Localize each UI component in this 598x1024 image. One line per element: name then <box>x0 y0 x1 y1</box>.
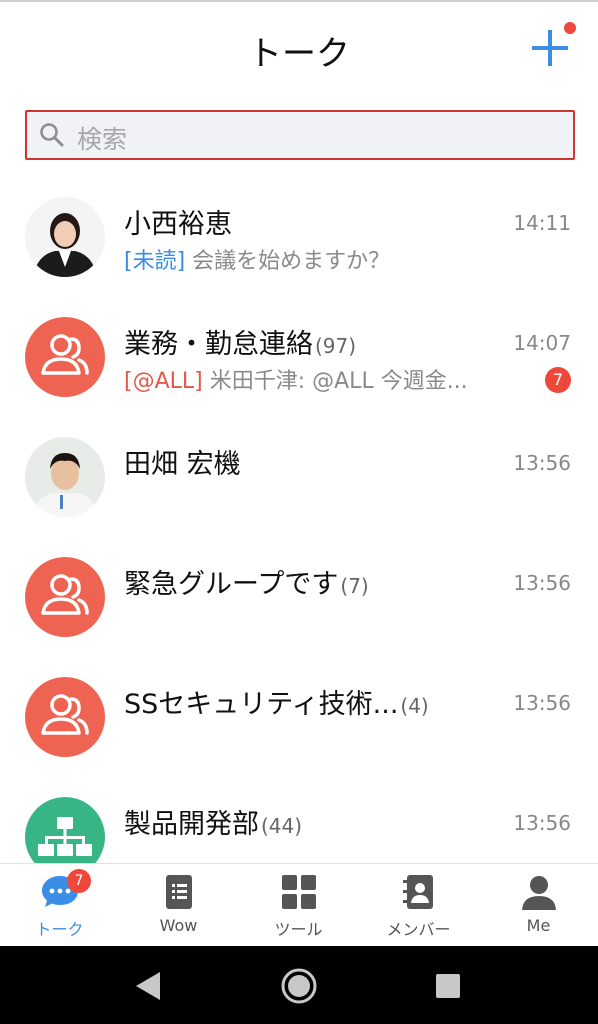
chat-row[interactable]: 田畑 宏機 13:56 <box>0 420 598 540</box>
home-circle-icon <box>281 968 317 1004</box>
chat-preview: [未読] 会議を始めますか？ <box>124 249 391 274</box>
chat-name: SSセキュリティ技術... (4) <box>124 689 429 720</box>
chat-time: 13:56 <box>513 811 571 835</box>
tab-wow[interactable]: Wow <box>119 864 238 947</box>
tab-badge: 7 <box>67 869 91 893</box>
org-chart-icon <box>38 817 92 856</box>
mention-tag: [@ALL] <box>124 369 203 394</box>
tab-tools[interactable]: ツール <box>239 864 358 947</box>
chat-row[interactable]: 製品開発部 (44) 13:56 <box>0 780 598 863</box>
chat-preview: [@ALL] 米田千津: @ALL 今週金... <box>124 369 468 394</box>
add-button[interactable] <box>526 22 576 72</box>
search-icon <box>40 123 64 147</box>
contacts-icon <box>403 875 433 909</box>
chat-name: 業務・勤怠連絡 (97) <box>124 329 357 360</box>
chat-name: 製品開発部 (44) <box>124 809 303 840</box>
document-icon <box>166 875 192 909</box>
notification-dot <box>564 22 576 34</box>
system-nav-bar <box>0 946 598 1024</box>
avatar <box>25 437 105 517</box>
recents-square-icon <box>436 974 460 998</box>
chat-row[interactable]: 緊急グループです (7) 13:56 <box>0 540 598 660</box>
chat-time: 14:07 <box>513 331 571 355</box>
tab-talk[interactable]: 7 トーク <box>0 864 119 947</box>
tab-label: メンバー <box>386 920 451 939</box>
tab-label: Wow <box>159 916 198 935</box>
tab-label: ツール <box>274 920 323 939</box>
chat-time: 14:11 <box>513 211 571 235</box>
bottom-tab-bar: 7 トーク Wow ツール メンバー Me <box>0 863 598 947</box>
search-bar[interactable]: 検索 <box>25 110 575 160</box>
chat-list: 小西裕恵 14:11 [未読] 会議を始めますか？ 業務・勤怠連絡 (97) 14… <box>0 180 598 863</box>
group-icon <box>41 334 89 375</box>
avatar <box>25 317 105 397</box>
avatar <box>25 557 105 637</box>
chat-name: 田畑 宏機 <box>124 449 241 480</box>
recents-button[interactable] <box>428 966 468 1006</box>
chat-row[interactable]: SSセキュリティ技術... (4) 13:56 <box>0 660 598 780</box>
tab-me[interactable]: Me <box>479 864 598 947</box>
person-photo-icon <box>25 197 105 277</box>
tab-label: Me <box>526 916 551 935</box>
tab-label: トーク <box>35 920 84 939</box>
back-triangle-icon <box>136 972 160 1000</box>
person-icon <box>522 876 556 910</box>
group-icon <box>41 694 89 735</box>
back-button[interactable] <box>130 966 170 1006</box>
tab-members[interactable]: メンバー <box>359 864 478 947</box>
search-placeholder: 検索 <box>77 125 128 154</box>
chat-name: 小西裕恵 <box>124 209 232 240</box>
page-title: トーク <box>248 34 350 74</box>
unread-tag: [未読] <box>124 249 186 274</box>
avatar <box>25 797 105 863</box>
chat-row[interactable]: 小西裕恵 14:11 [未読] 会議を始めますか？ <box>0 180 598 300</box>
header: トーク <box>0 2 598 94</box>
home-button[interactable] <box>279 966 319 1006</box>
chat-time: 13:56 <box>513 451 571 475</box>
group-icon <box>41 574 89 615</box>
avatar <box>25 677 105 757</box>
unread-badge: 7 <box>545 367 571 393</box>
avatar <box>25 197 105 277</box>
chat-name: 緊急グループです (7) <box>124 569 369 600</box>
grid-icon <box>282 875 316 909</box>
chat-time: 13:56 <box>513 691 571 715</box>
person-photo-icon <box>25 437 105 517</box>
chat-time: 13:56 <box>513 571 571 595</box>
chat-row[interactable]: 業務・勤怠連絡 (97) 14:07 [@ALL] 米田千津: @ALL 今週金.… <box>0 300 598 420</box>
